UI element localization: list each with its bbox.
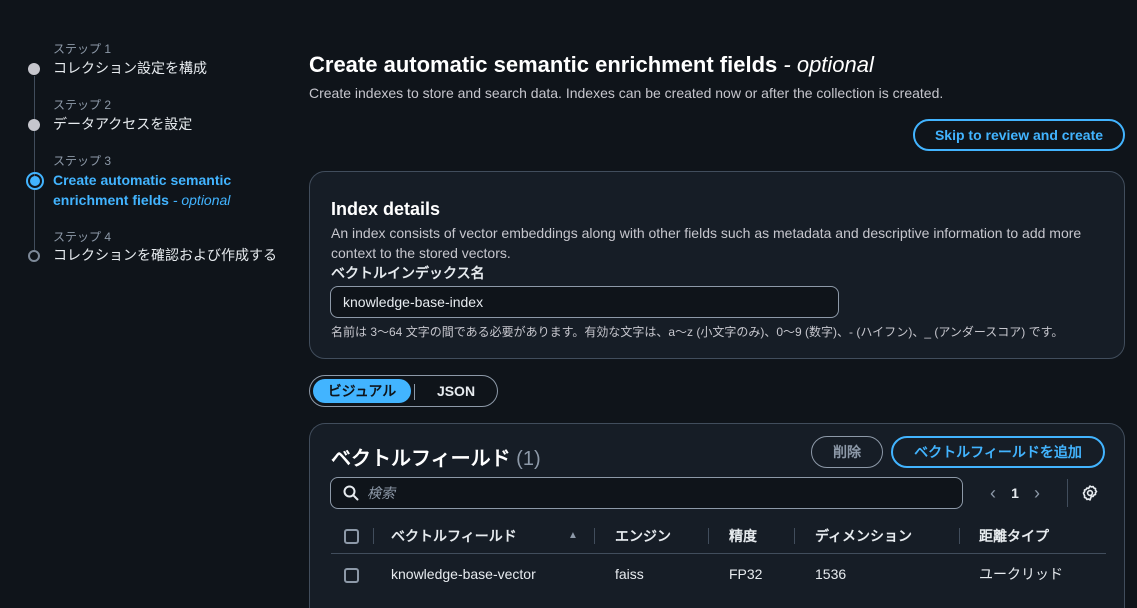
index-name-label: ベクトルインデックス名 (331, 265, 485, 281)
segment-divider (414, 384, 415, 400)
step-3-number: ステップ 3 (53, 154, 112, 168)
row-select-cell (331, 553, 391, 595)
vector-fields-table: ベクトルフィールド ▲ エンジン 精度 ディメンション 距離タイプ knowle… (331, 519, 1106, 595)
step-current-icon (26, 172, 44, 190)
step-3-label-line2: enrichment fields - optional (53, 192, 231, 208)
index-details-description: An index consists of vector embeddings a… (331, 225, 1082, 261)
step-4-label: コレクションを確認および作成する (53, 247, 277, 263)
view-mode-toggle: ビジュアル JSON (309, 375, 498, 407)
search-input[interactable]: 検索 (330, 477, 963, 509)
chevron-right-icon[interactable]: › (1026, 483, 1048, 504)
step-connector (34, 210, 35, 250)
step-2-number: ステップ 2 (53, 98, 112, 112)
skip-to-review-button[interactable]: Skip to review and create (913, 119, 1125, 151)
cell-dimension: 1536 (815, 566, 847, 583)
column-header-distance-type: 距離タイプ (979, 519, 1106, 554)
column-divider (372, 528, 374, 545)
column-divider (594, 528, 595, 544)
json-mode-option[interactable]: JSON (416, 379, 496, 403)
step-4-number: ステップ 4 (53, 230, 112, 244)
row-checkbox[interactable] (344, 567, 359, 583)
step-3-label-line1: Create automatic semantic (53, 172, 232, 188)
add-vector-field-button[interactable]: ベクトルフィールドを追加 (891, 436, 1105, 468)
page-description: Create indexes to store and search data.… (309, 85, 944, 101)
table-row: knowledge-base-vector faiss FP32 1536 ユー… (331, 553, 1106, 595)
gear-icon[interactable] (1081, 484, 1099, 502)
table-header-row: ベクトルフィールド ▲ エンジン 精度 ディメンション 距離タイプ (331, 519, 1106, 554)
pagination: ‹ 1 › (982, 482, 1048, 504)
visual-mode-option[interactable]: ビジュアル (313, 379, 411, 403)
sort-ascending-icon[interactable]: ▲ (568, 530, 578, 541)
page-title: Create automatic semantic enrichment fie… (309, 52, 874, 77)
column-header-engine: エンジン (615, 519, 729, 554)
column-header-dimension: ディメンション (815, 519, 979, 554)
column-divider (959, 528, 960, 544)
column-divider (708, 528, 709, 544)
column-header-precision: 精度 (729, 519, 815, 554)
search-placeholder: 検索 (367, 485, 395, 501)
select-all-header (331, 519, 391, 554)
step-1-number: ステップ 1 (53, 42, 112, 56)
page-number[interactable]: 1 (1004, 485, 1026, 501)
step-future-icon (28, 250, 40, 262)
cell-vector-field: knowledge-base-vector (391, 566, 536, 583)
select-all-checkbox[interactable] (344, 528, 359, 544)
vector-fields-panel: ベクトルフィールド (1) 削除 ベクトルフィールドを追加 検索 ‹ 1 › ベ… (309, 423, 1125, 608)
index-details-title: Index details (331, 199, 441, 219)
index-name-input[interactable]: knowledge-base-index (330, 286, 839, 318)
pager-divider (1067, 479, 1068, 507)
step-2-label[interactable]: データアクセスを設定 (53, 114, 192, 134)
delete-button[interactable]: 削除 (811, 436, 883, 468)
index-details-panel: Index details An index consists of vecto… (309, 171, 1125, 359)
column-divider (794, 528, 795, 544)
step-1-label[interactable]: コレクション設定を構成 (53, 58, 207, 78)
cell-engine: faiss (615, 566, 644, 583)
index-name-hint: 名前は 3〜64 文字の間である必要があります。有効な文字は、a〜z (小文字の… (331, 325, 1064, 339)
search-icon (343, 485, 359, 501)
cell-distance-type: ユークリッド (979, 566, 1063, 583)
cell-precision: FP32 (729, 566, 763, 583)
step-done-icon (28, 63, 40, 75)
step-done-icon (28, 119, 40, 131)
chevron-left-icon[interactable]: ‹ (982, 483, 1004, 504)
vector-fields-title: ベクトルフィールド (1) (331, 448, 541, 470)
column-header-vector-field[interactable]: ベクトルフィールド ▲ (391, 519, 615, 554)
